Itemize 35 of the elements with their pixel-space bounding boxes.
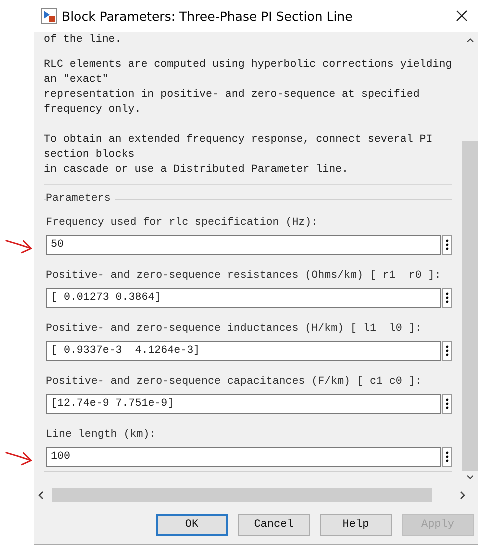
options-button[interactable]	[442, 288, 452, 308]
input-field[interactable]: 50	[46, 235, 441, 255]
description-text: of the line.	[44, 33, 123, 48]
more-icon	[446, 345, 448, 357]
more-icon	[446, 398, 448, 410]
description-text: To obtain an extended frequency response, connect several PI section blocks in cascade or use a Distributed Parameter line.	[44, 133, 434, 178]
options-button[interactable]	[442, 235, 452, 255]
more-icon	[446, 451, 448, 463]
parameter-label: Frequency used for rlc specification (Hz):	[46, 216, 320, 230]
input-field[interactable]: [12.74e-9 7.751e-9]	[46, 394, 441, 414]
more-icon	[446, 239, 448, 251]
right-caret-icon[interactable]	[460, 490, 466, 500]
scroll-thumb[interactable]	[52, 488, 432, 502]
dialog-button[interactable]: Cancel	[238, 514, 310, 536]
left-caret-icon[interactable]	[38, 490, 44, 500]
block-icon	[41, 8, 57, 24]
window-title: Block Parameters: Three-Phase PI Section Line	[62, 8, 354, 24]
options-button[interactable]	[442, 341, 452, 361]
dialog-button[interactable]: Help	[320, 514, 392, 536]
scroll-thumb[interactable]	[462, 141, 478, 471]
parameter-label: Line length (km):	[46, 428, 158, 442]
input-field[interactable]: [ 0.01273 0.3864]	[46, 288, 441, 308]
down-caret-icon[interactable]	[466, 475, 474, 480]
more-icon	[446, 292, 448, 304]
options-button[interactable]	[442, 394, 452, 414]
parameter-label: Positive- and zero-sequence resistances (Ohms/km) [ r1 r0 ]:	[46, 269, 442, 283]
input-field[interactable]: 100	[46, 447, 441, 467]
parameter-label: Positive- and zero-sequence inductances (H/km) [ l1 l0 ]:	[46, 322, 423, 336]
up-caret-icon[interactable]	[466, 38, 474, 43]
parameter-label: Positive- and zero-sequence capacitances (F/km) [ c1 c0 ]:	[46, 375, 423, 389]
close-icon[interactable]	[456, 10, 468, 22]
input-field[interactable]: [ 0.9337e-3 4.1264e-3]	[46, 341, 441, 361]
dialog-button[interactable]: OK	[156, 514, 228, 536]
options-button[interactable]	[442, 447, 452, 467]
description-text: RLC elements are computed using hyperbolic corrections yielding an ″exact″ representation in positive- and zero-sequence at specified frequency only.	[44, 58, 452, 118]
